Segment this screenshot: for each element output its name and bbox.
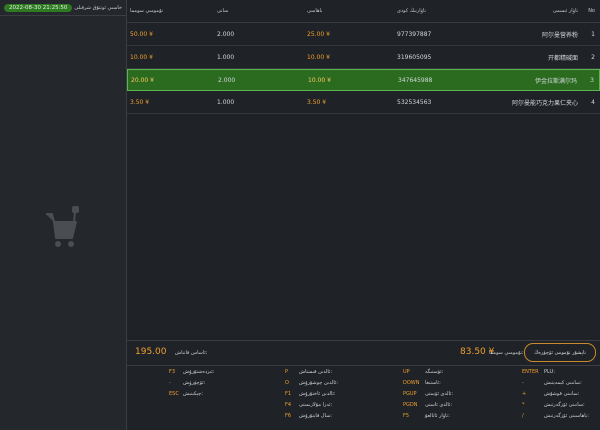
shortcut-key: O — [285, 380, 289, 386]
shortcut-desc: ئاستىغا: — [425, 380, 441, 386]
shortcut-key: P — [285, 369, 289, 375]
header-price: باھاسى — [307, 8, 323, 14]
cell-price: 10.00 ¥ — [307, 53, 330, 61]
datetime-badge: 2022-08-30 21:25:50 — [4, 3, 73, 12]
cell-price: 25.00 ¥ — [307, 30, 330, 38]
left-panel: 2022-08-30 21:25:50 خاسىي ئوتتۇق شرقىلى — [0, 0, 127, 430]
table-header: تۇمومىي سومما سانى باھاسى تاۋارنىڭ كودى … — [127, 0, 600, 23]
table-row[interactable]: 50.00 ¥ 2.000 25.00 ¥ 977397887 阿尔曼营养粉 1 — [127, 23, 600, 46]
shortcut-panel: ENTER PLU: - سانىنى كېمەيتىش: + سانىنى قوشۇش:… — [127, 366, 600, 430]
shortcut-key: DOWN — [403, 380, 420, 386]
shortcut-desc: ئالدىن قىستاش: — [299, 369, 333, 375]
paid-label: تۇمومىي سومما: — [489, 350, 524, 356]
shortcut-desc: ئالدى ئاستى: — [425, 402, 453, 408]
cell-amount: 50.00 ¥ — [130, 30, 153, 38]
shortcut-desc: PLU: — [544, 369, 555, 375]
cell-name: 阿尔曼营养粉 — [541, 31, 578, 39]
cell-name: 阿尔曼能巧克力果仁夹心 — [511, 99, 578, 107]
header-no: No — [588, 8, 595, 14]
shortcut-desc: باھاسىنى ئۆزگەرتىش: — [544, 413, 589, 419]
shortcut-desc: ئۆچۈرۈش: — [183, 380, 206, 386]
shortcut-desc: سانىنى قوشۇش: — [544, 391, 580, 397]
shortcut-desc: ئالدىن ئاختۇرۇش: — [299, 391, 336, 397]
shortcut-key: F4 — [285, 402, 292, 408]
cell-qty: 1.000 — [217, 98, 235, 106]
table-body: 50.00 ¥ 2.000 25.00 ¥ 977397887 阿尔曼营养粉 1 10.00… — [127, 23, 600, 114]
cell-amount: 20.00 ¥ — [131, 76, 154, 84]
shortcut-key: F5 — [403, 413, 410, 419]
shortcut-desc: تاۋار ئاتالغۇ: — [425, 413, 450, 419]
cell-qty: 1.000 — [217, 53, 235, 61]
shortcut-desc: ئىزدەشتۇرۇش: — [183, 369, 215, 375]
cell-no: 4 — [591, 98, 595, 106]
cell-code: 319605095 — [397, 53, 432, 61]
cell-price: 3.50 ¥ — [307, 98, 327, 106]
shortcut-key: PGDN — [403, 402, 418, 408]
shortcut-desc: سانىنى ئۆزگەرتىش: — [544, 402, 585, 408]
main-panel: تۇمومىي سومما سانى باھاسى تاۋارنىڭ كودى … — [127, 0, 600, 430]
cell-qty: 2.000 — [217, 30, 235, 38]
shortcut-key: - — [522, 380, 524, 386]
shortcut-desc: سال قايتۇرۇش: — [299, 413, 332, 419]
left-header: 2022-08-30 21:25:50 خاسىي ئوتتۇق شرقىلى — [0, 0, 126, 16]
cell-code: 977397887 — [397, 30, 432, 38]
total-value: 195.00 — [135, 347, 167, 357]
total-label: ئاساس قاتناش: — [175, 350, 208, 356]
shortcut-key: PGUP — [403, 391, 417, 397]
table-row[interactable]: 3.50 ¥ 1.000 3.50 ¥ 532534563 阿尔曼能巧克力果仁夹心 4 — [127, 91, 600, 114]
cell-no: 3 — [590, 76, 594, 84]
shortcut-key: F3 — [169, 369, 176, 375]
summary-bar: 195.00 ئاساس قاتناش: 83.50 ¥ تۇمومىي سوم… — [127, 340, 600, 366]
shortcut-desc: ئەزا مۇلازىمىتى: — [299, 402, 333, 408]
header-qty: سانى — [217, 8, 229, 14]
shortcut-key: - — [169, 380, 171, 386]
cell-no: 1 — [591, 30, 595, 38]
shortcut-key: F1 — [285, 391, 292, 397]
cell-name: 伊金拉斯满尔玛 — [534, 77, 577, 85]
table-row[interactable]: 20.00 ¥ 2.000 10.00 ¥ 347645988 伊金拉斯满尔玛 3 — [127, 69, 600, 91]
shortcut-desc: ئالدىن چوشۇرۇش: — [299, 380, 338, 386]
cell-qty: 2.000 — [218, 76, 236, 84]
cell-no: 2 — [591, 53, 595, 61]
cell-code: 347645988 — [398, 76, 433, 84]
shortcut-key: ESC — [169, 391, 179, 397]
shortcut-desc: ئالدى ئۆستى: — [425, 391, 454, 397]
cell-amount: 10.00 ¥ — [130, 53, 153, 61]
header-name: تاۋار ئىسمى — [552, 8, 578, 14]
shortcut-desc: سانىنى كېمەيتىش: — [544, 380, 582, 386]
shortcut-key: * — [522, 402, 525, 408]
header-amount: تۇمومىي سومما — [130, 8, 164, 14]
pay-button[interactable]: تاپشۇر تۇمومى ئۆچۈرەڭ — [524, 343, 596, 362]
cell-price: 10.00 ¥ — [308, 76, 331, 84]
shortcut-key: ENTER — [522, 369, 539, 375]
shortcut-key: + — [522, 391, 527, 397]
shortcut-key: / — [522, 413, 524, 419]
shortcut-key: F6 — [285, 413, 292, 419]
shortcut-desc: چېكىنىش: — [183, 391, 203, 397]
shopping-cart-icon — [46, 206, 79, 247]
header-code: تاۋارنىڭ كودى — [397, 8, 426, 14]
cell-name: 开都精碱面 — [547, 54, 578, 62]
cell-amount: 3.50 ¥ — [130, 98, 150, 106]
customer-label[interactable]: خاسىي ئوتتۇق شرقىلى — [74, 5, 122, 11]
table-row[interactable]: 10.00 ¥ 1.000 10.00 ¥ 319605095 开都精碱面 2 — [127, 46, 600, 69]
shortcut-key: UP — [403, 369, 410, 375]
cell-code: 532534563 — [397, 98, 432, 106]
shortcut-desc: ئۈستىگە: — [425, 369, 444, 375]
